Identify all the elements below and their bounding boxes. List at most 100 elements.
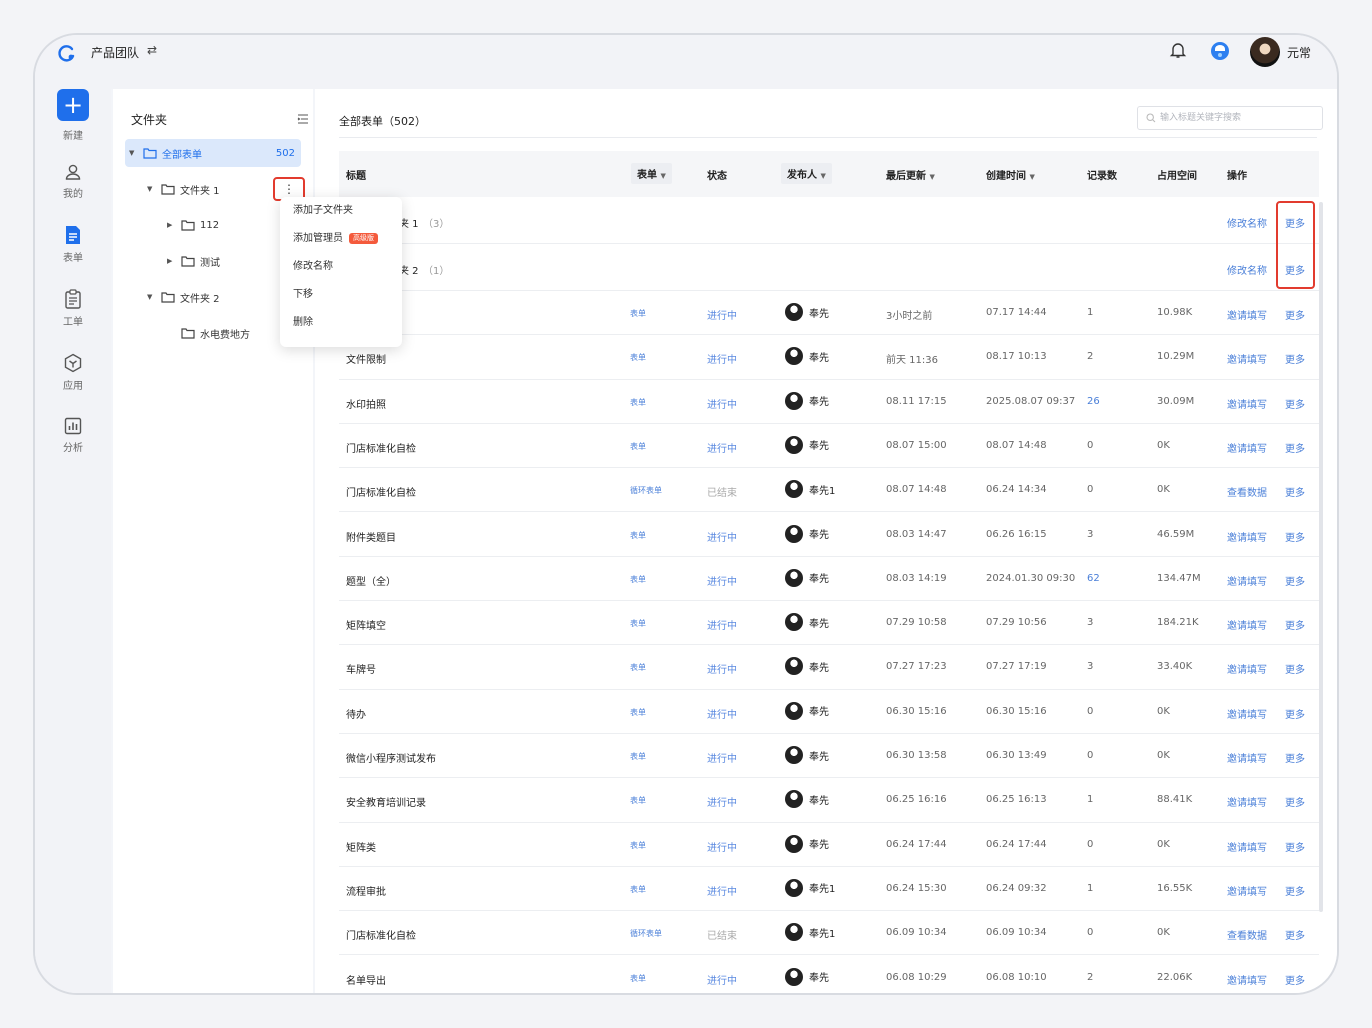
nav-analysis[interactable]: 分析 (35, 417, 111, 454)
switch-team-icon[interactable]: ⇄ (147, 43, 157, 57)
vertical-scrollbar[interactable] (1319, 202, 1323, 912)
form-title[interactable]: 门店标准化自检 (346, 484, 416, 499)
bell-icon[interactable] (1169, 41, 1187, 59)
caret-down-icon[interactable]: ▼ (129, 149, 143, 157)
invite-fill-link[interactable]: 邀请填写 (1227, 972, 1267, 987)
nav-forms[interactable]: 表单 (35, 225, 111, 264)
view-data-link[interactable]: 查看数据 (1227, 927, 1267, 942)
table-row[interactable]: 题型（全） 表单 进行中 奉先 08.03 14:19 2024.01.30 09:30 6… (339, 557, 1319, 602)
invite-fill-link[interactable]: 邀请填写 (1227, 839, 1267, 854)
menu-delete[interactable]: 删除 (280, 309, 402, 337)
form-title[interactable]: 流程审批 (346, 883, 386, 898)
col-last-update-sort[interactable]: 最后更新 ▼ (886, 167, 935, 182)
invite-fill-link[interactable]: 邀请填写 (1227, 883, 1267, 898)
more-link[interactable]: 更多 (1285, 972, 1305, 987)
menu-move-down[interactable]: 下移 (280, 281, 402, 309)
more-link[interactable]: 更多 (1285, 307, 1305, 322)
more-link[interactable]: 更多 (1285, 351, 1305, 366)
more-link[interactable]: 更多 (1285, 573, 1305, 588)
table-row[interactable]: 水印拍照 表单 进行中 奉先 08.11 17:15 2025.08.07 09:37 26… (339, 380, 1319, 424)
menu-add-admin[interactable]: 添加管理员 高级版 (280, 225, 402, 253)
more-link[interactable]: 更多 (1285, 839, 1305, 854)
invite-fill-link[interactable]: 邀请填写 (1227, 351, 1267, 366)
form-title[interactable]: 待办 (346, 706, 366, 721)
more-link[interactable]: 更多 (1285, 484, 1305, 499)
form-title[interactable]: 安全教育培训记录 (346, 794, 426, 809)
nav-mine[interactable]: 我的 (35, 163, 111, 200)
search-input[interactable]: 输入标题关键字搜索 (1137, 106, 1323, 130)
col-form-filter[interactable]: 表单 ▼ (631, 163, 672, 184)
caret-down-icon[interactable]: ▼ (147, 293, 161, 301)
table-row[interactable]: 矩阵填空 表单 进行中 奉先 07.29 10:58 07.29 10:56 3 184.21… (339, 601, 1319, 646)
user-name[interactable]: 元常 (1287, 44, 1311, 61)
table-row[interactable]: 安全教育培训记录 表单 进行中 奉先 06.25 16:16 06.25 16:13 1 88… (339, 778, 1319, 823)
form-title[interactable]: 题型（全） (346, 573, 396, 588)
form-title[interactable]: 门店标准化自检 (346, 440, 416, 455)
table-row[interactable]: 流程审批 表单 进行中 奉先1 06.24 15:30 06.24 09:32 1 16.55… (339, 867, 1319, 912)
table-row[interactable]: 矩阵类 表单 进行中 奉先 06.24 17:44 06.24 17:44 0 0K 邀请填写 更… (339, 823, 1319, 867)
table-row[interactable]: 门店标准化自检 表单 进行中 奉先 08.07 15:00 08.07 14:48 0 0K 邀… (339, 424, 1319, 469)
folder-item[interactable]: 水电费地方 (181, 319, 250, 347)
more-link[interactable]: 更多 (1285, 617, 1305, 632)
invite-fill-link[interactable]: 邀请填写 (1227, 794, 1267, 809)
nav-new[interactable]: + 新建 (35, 89, 111, 142)
form-title[interactable]: 矩阵类 (346, 839, 376, 854)
form-title[interactable]: 门店标准化自检 (346, 927, 416, 942)
more-link[interactable]: 更多 (1285, 396, 1305, 411)
view-data-link[interactable]: 查看数据 (1227, 484, 1267, 499)
folder-item[interactable]: ▶ 112 (167, 211, 219, 239)
invite-fill-link[interactable]: 邀请填写 (1227, 529, 1267, 544)
more-link[interactable]: 更多 (1285, 706, 1305, 721)
more-link[interactable]: 更多 (1285, 750, 1305, 765)
table-row[interactable]: 车牌号 表单 进行中 奉先 07.27 17:23 07.27 17:19 3 33.40K 邀… (339, 645, 1319, 690)
table-row[interactable]: 待办 表单 进行中 奉先 06.30 15:16 06.30 15:16 0 0K 邀请填写 更多 (339, 690, 1319, 734)
table-row[interactable]: 门店标准化自检 循环表单 已结束 奉先1 06.09 10:34 06.09 10:34 0… (339, 911, 1319, 956)
support-chat-icon[interactable] (1209, 40, 1231, 62)
folder-row[interactable]: 夹 1 （3） 修改名称 更多 (339, 197, 1319, 244)
user-avatar[interactable] (1250, 37, 1280, 67)
folder-all-forms[interactable]: ▼ 全部表单 502 (125, 139, 301, 167)
rename-link[interactable]: 修改名称 (1227, 215, 1267, 230)
col-publisher-filter[interactable]: 发布人 ▼ (781, 163, 832, 184)
invite-fill-link[interactable]: 邀请填写 (1227, 307, 1267, 322)
table-row[interactable]: 附件类题目 表单 进行中 奉先 08.03 14:47 06.26 16:15 3 46.59… (339, 513, 1319, 557)
table-row[interactable]: 门店标准化自检 循环表单 已结束 奉先1 08.07 14:48 06.24 14:34 0… (339, 468, 1319, 513)
more-link[interactable]: 更多 (1285, 794, 1305, 809)
invite-fill-link[interactable]: 邀请填写 (1227, 440, 1267, 455)
nav-tickets[interactable]: 工单 (35, 289, 111, 328)
table-row[interactable]: 文件限制 表单 进行中 奉先 前天 11:36 08.17 10:13 2 10.29M 邀请填… (339, 335, 1319, 380)
team-name[interactable]: 产品团队 (91, 44, 139, 61)
table-row[interactable]: 微信小程序测试发布 表单 进行中 奉先 06.30 13:58 06.30 13:49 0 0… (339, 734, 1319, 779)
form-title[interactable]: 水印拍照 (346, 396, 386, 411)
invite-fill-link[interactable]: 邀请填写 (1227, 750, 1267, 765)
more-link[interactable]: 更多 (1285, 440, 1305, 455)
more-link[interactable]: 更多 (1285, 883, 1305, 898)
rename-link[interactable]: 修改名称 (1227, 262, 1267, 277)
folder-row[interactable]: 夹 2 （1） 修改名称 更多 (339, 244, 1319, 291)
collapse-menu-icon[interactable] (297, 113, 309, 125)
form-title[interactable]: 矩阵填空 (346, 617, 386, 632)
table-row[interactable]: 表单 进行中 奉先 3小时之前 07.17 14:44 1 10.98K 邀请填写 更多 (339, 291, 1319, 336)
form-title[interactable]: 微信小程序测试发布 (346, 750, 436, 765)
invite-fill-link[interactable]: 邀请填写 (1227, 573, 1267, 588)
folder-item[interactable]: ▶ 测试 (167, 247, 220, 275)
invite-fill-link[interactable]: 邀请填写 (1227, 396, 1267, 411)
more-link[interactable]: 更多 (1285, 529, 1305, 544)
folder-item[interactable]: ▼ 文件夹 2 (147, 283, 220, 311)
form-title[interactable]: 附件类题目 (346, 529, 396, 544)
form-title[interactable]: 名单导出 (346, 972, 386, 987)
invite-fill-link[interactable]: 邀请填写 (1227, 661, 1267, 676)
caret-down-icon[interactable]: ▼ (147, 185, 161, 193)
more-link[interactable]: 更多 (1285, 927, 1305, 942)
caret-right-icon[interactable]: ▶ (167, 221, 181, 229)
col-created-sort[interactable]: 创建时间 ▼ (986, 167, 1035, 182)
caret-right-icon[interactable]: ▶ (167, 257, 181, 265)
folder-item[interactable]: ▼ 文件夹 1 (147, 175, 220, 203)
menu-rename[interactable]: 修改名称 (280, 253, 402, 281)
nav-apps[interactable]: 应用 (35, 353, 111, 392)
form-title[interactable]: 文件限制 (346, 351, 386, 366)
table-row[interactable]: 名单导出 表单 进行中 奉先 06.08 10:29 06.08 10:10 2 22.06K… (339, 956, 1319, 994)
more-link[interactable]: 更多 (1285, 661, 1305, 676)
invite-fill-link[interactable]: 邀请填写 (1227, 617, 1267, 632)
invite-fill-link[interactable]: 邀请填写 (1227, 706, 1267, 721)
